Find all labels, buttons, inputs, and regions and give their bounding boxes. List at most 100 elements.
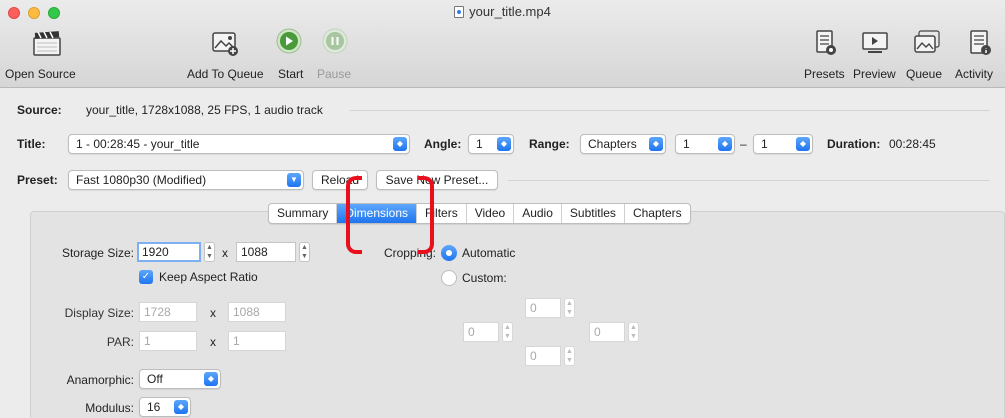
preview-button[interactable] bbox=[860, 28, 890, 58]
range-end-value: 1 bbox=[761, 137, 768, 151]
queue-label[interactable]: Queue bbox=[906, 67, 942, 81]
updown-arrow-icon: ◆ bbox=[649, 137, 663, 151]
times-sign: x bbox=[210, 335, 216, 349]
tab-subtitles[interactable]: Subtitles bbox=[562, 204, 625, 223]
settings-tabs: Summary Dimensions Filters Video Audio S… bbox=[268, 203, 691, 224]
window-title-text: your_title.mp4 bbox=[469, 4, 551, 19]
preset-select[interactable]: Fast 1080p30 (Modified) ▼ bbox=[68, 170, 304, 190]
par-width-field[interactable]: 1 bbox=[139, 331, 197, 351]
annotation-left-bracket bbox=[346, 176, 362, 254]
range-dash: – bbox=[740, 137, 747, 151]
updown-arrow-icon: ◆ bbox=[796, 137, 810, 151]
modulus-select[interactable]: 16 ◆ bbox=[139, 397, 191, 417]
modulus-label: Modulus: bbox=[85, 401, 134, 415]
chevron-down-icon: ▼ bbox=[287, 173, 301, 187]
start-label[interactable]: Start bbox=[278, 67, 303, 81]
pause-icon bbox=[322, 28, 348, 54]
crop-bottom-stepper[interactable]: ▲ ▼ bbox=[564, 346, 575, 366]
play-icon bbox=[276, 28, 302, 54]
crop-top-stepper[interactable]: ▲ ▼ bbox=[564, 298, 575, 318]
keep-aspect-checkbox[interactable]: ✓ bbox=[139, 270, 153, 284]
title-select[interactable]: 1 - 00:28:45 - your_title ◆ bbox=[68, 134, 410, 154]
open-source-button[interactable] bbox=[32, 28, 62, 58]
anamorphic-label: Anamorphic: bbox=[66, 373, 134, 387]
anamorphic-value: Off bbox=[147, 372, 163, 386]
preview-monitor-icon bbox=[862, 32, 888, 53]
annotation-right-bracket bbox=[418, 176, 434, 254]
title-label: Title: bbox=[17, 137, 46, 151]
source-label: Source: bbox=[17, 103, 62, 117]
cropping-custom-label[interactable]: Custom: bbox=[462, 271, 507, 285]
storage-height-field[interactable]: 1088 bbox=[236, 242, 296, 262]
tab-chapters[interactable]: Chapters bbox=[625, 204, 690, 223]
times-sign: x bbox=[210, 306, 216, 320]
preview-label[interactable]: Preview bbox=[853, 67, 896, 81]
cropping-custom-radio[interactable] bbox=[441, 270, 457, 286]
start-button[interactable] bbox=[276, 28, 302, 54]
display-height-field[interactable]: 1088 bbox=[228, 302, 286, 322]
presets-label[interactable]: Presets bbox=[804, 67, 845, 81]
divider bbox=[350, 110, 990, 111]
display-width-field[interactable]: 1728 bbox=[139, 302, 197, 322]
range-label: Range: bbox=[529, 137, 570, 151]
storage-width-stepper[interactable]: ▲ ▼ bbox=[204, 242, 215, 262]
crop-top-field[interactable]: 0 bbox=[525, 298, 561, 318]
range-start-select[interactable]: 1 ◆ bbox=[675, 134, 735, 154]
tab-video[interactable]: Video bbox=[467, 204, 515, 223]
display-size-label: Display Size: bbox=[64, 306, 134, 320]
queue-button[interactable] bbox=[912, 28, 942, 58]
modulus-value: 16 bbox=[147, 400, 161, 414]
updown-arrow-icon: ◆ bbox=[174, 400, 188, 414]
queue-icon bbox=[914, 30, 940, 53]
duration-label: Duration: bbox=[827, 137, 881, 151]
pause-label[interactable]: Pause bbox=[317, 67, 351, 81]
presets-icon bbox=[816, 30, 836, 55]
cropping-automatic-radio[interactable] bbox=[441, 245, 457, 261]
add-to-queue-button[interactable] bbox=[210, 28, 240, 58]
window-toolbar: your_title.mp4 Open Source Add To Queue … bbox=[0, 0, 1005, 88]
storage-size-label: Storage Size: bbox=[61, 246, 134, 260]
duration-value: 00:28:45 bbox=[889, 137, 936, 151]
crop-left-field[interactable]: 0 bbox=[463, 322, 499, 342]
window-title: your_title.mp4 bbox=[0, 4, 1005, 19]
preset-label: Preset: bbox=[17, 173, 58, 187]
par-label: PAR: bbox=[106, 335, 134, 349]
keep-aspect-label[interactable]: Keep Aspect Ratio bbox=[159, 270, 258, 284]
activity-log-icon bbox=[970, 30, 991, 55]
angle-select[interactable]: 1 ◆ bbox=[468, 134, 514, 154]
updown-arrow-icon: ◆ bbox=[718, 137, 732, 151]
add-to-queue-label[interactable]: Add To Queue bbox=[187, 67, 264, 81]
source-info: your_title, 1728x1088, 25 FPS, 1 audio t… bbox=[86, 103, 323, 117]
activity-button[interactable] bbox=[968, 28, 994, 58]
open-source-label[interactable]: Open Source bbox=[5, 67, 76, 81]
par-height-field[interactable]: 1 bbox=[228, 331, 286, 351]
updown-arrow-icon: ◆ bbox=[497, 137, 511, 151]
angle-select-value: 1 bbox=[476, 137, 483, 151]
crop-right-stepper[interactable]: ▲ ▼ bbox=[628, 322, 639, 342]
times-sign: x bbox=[222, 246, 228, 260]
crop-right-field[interactable]: 0 bbox=[589, 322, 625, 342]
crop-bottom-field[interactable]: 0 bbox=[525, 346, 561, 366]
storage-height-stepper[interactable]: ▲ ▼ bbox=[299, 242, 310, 262]
add-picture-icon bbox=[212, 32, 238, 56]
save-new-preset-button[interactable]: Save New Preset... bbox=[376, 170, 498, 190]
document-icon bbox=[454, 6, 465, 18]
crop-left-stepper[interactable]: ▲ ▼ bbox=[502, 322, 513, 342]
divider bbox=[508, 180, 990, 181]
cropping-automatic-label[interactable]: Automatic bbox=[462, 246, 515, 260]
range-type-value: Chapters bbox=[588, 137, 637, 151]
storage-width-field[interactable]: 1920 bbox=[137, 242, 201, 262]
range-type-select[interactable]: Chapters ◆ bbox=[580, 134, 666, 154]
preset-select-value: Fast 1080p30 (Modified) bbox=[76, 173, 207, 187]
activity-label[interactable]: Activity bbox=[955, 67, 993, 81]
tab-summary[interactable]: Summary bbox=[269, 204, 338, 223]
updown-arrow-icon: ◆ bbox=[204, 372, 218, 386]
tab-audio[interactable]: Audio bbox=[514, 204, 562, 223]
range-start-value: 1 bbox=[683, 137, 690, 151]
presets-button[interactable] bbox=[814, 28, 838, 58]
pause-button[interactable] bbox=[322, 28, 348, 54]
angle-label: Angle: bbox=[424, 137, 462, 151]
updown-arrow-icon: ◆ bbox=[393, 137, 407, 151]
range-end-select[interactable]: 1 ◆ bbox=[753, 134, 813, 154]
anamorphic-select[interactable]: Off ◆ bbox=[139, 369, 221, 389]
